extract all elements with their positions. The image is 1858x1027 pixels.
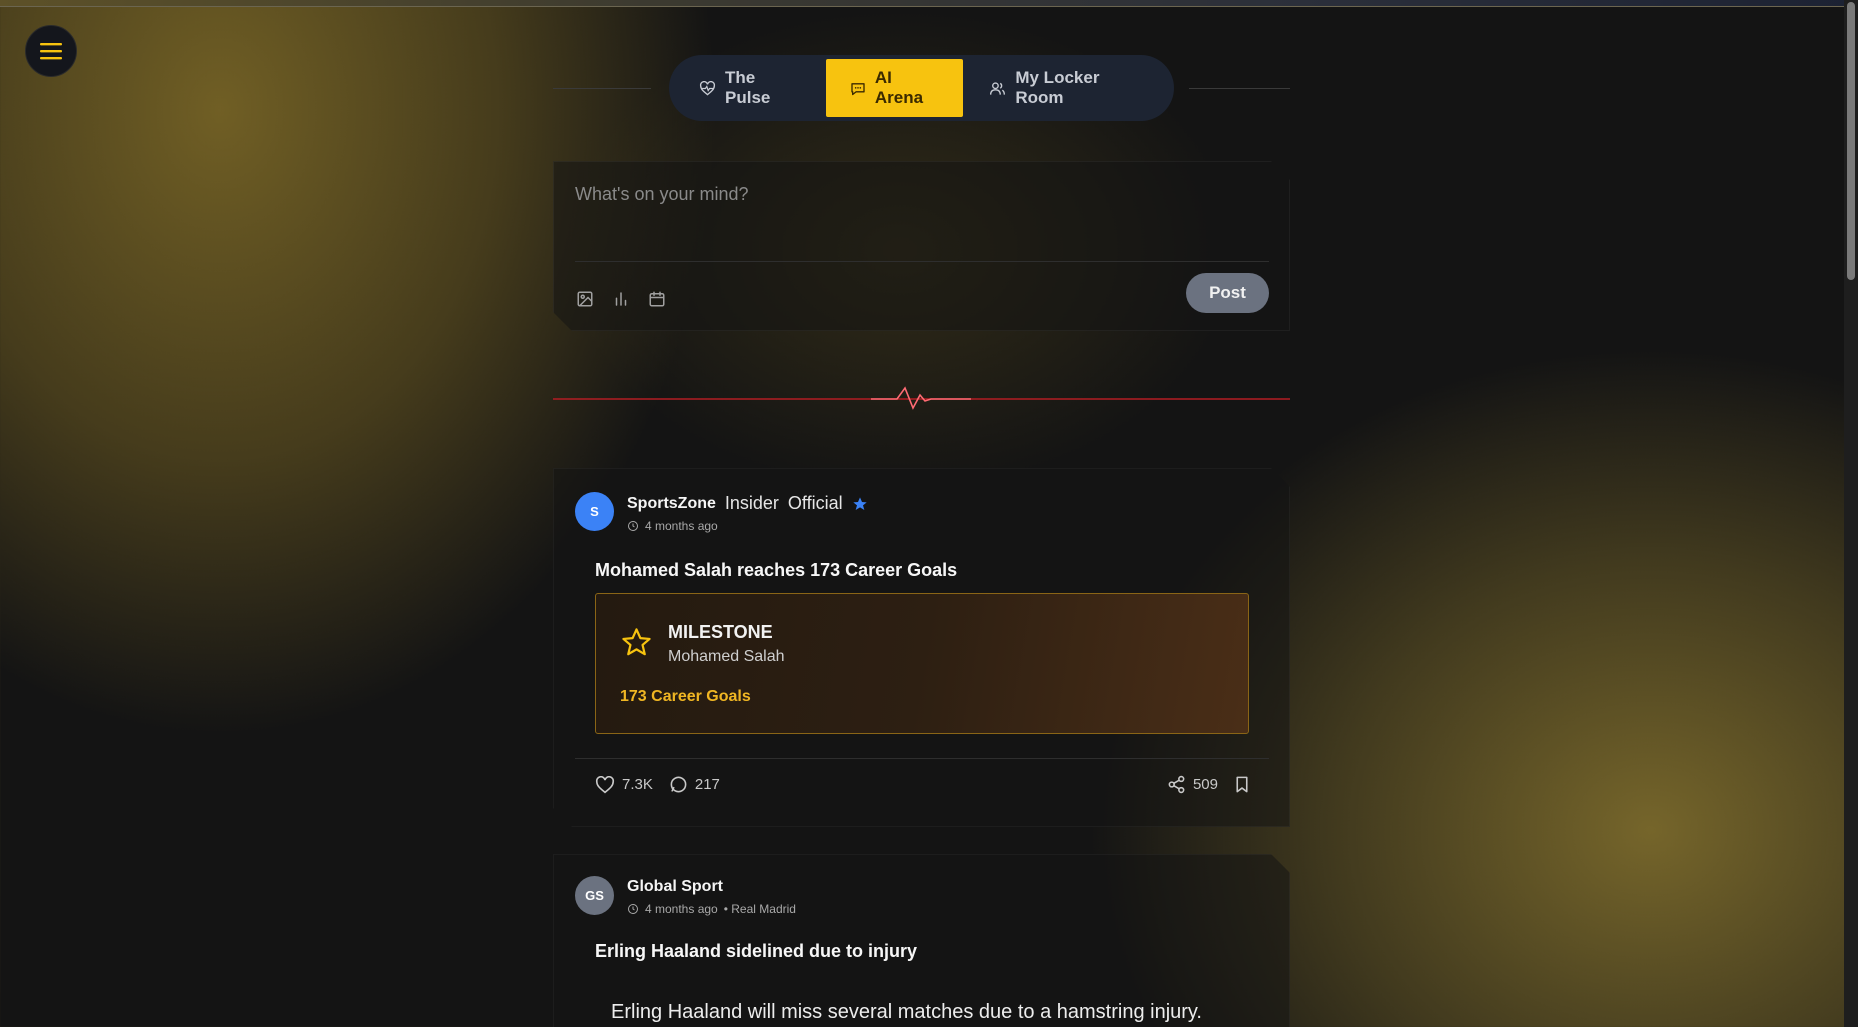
tab-label: The Pulse (725, 68, 771, 107)
post-card: GS Global Sport 4 months ago • Real Madr… (553, 854, 1290, 1027)
add-image-button[interactable] (575, 289, 595, 309)
author-name[interactable]: Global Sport (627, 878, 723, 896)
comment-icon (670, 776, 687, 793)
post-team[interactable]: • Real Madrid (724, 902, 796, 916)
milestone-label: MILESTONE (668, 622, 773, 642)
star-icon (622, 628, 651, 656)
share-button[interactable]: 509 (1167, 775, 1218, 794)
bookmark-icon (1236, 776, 1248, 793)
image-icon (577, 291, 593, 307)
menu-button[interactable] (25, 25, 77, 77)
like-button[interactable]: 7.3K (595, 775, 653, 794)
tab-the-pulse[interactable]: The Pulse (673, 59, 826, 117)
post-body: Erling Haaland will miss several matches… (611, 1001, 1202, 1023)
post-title: Erling Haaland sidelined due to injury (595, 941, 918, 961)
post-title: Mohamed Salah reaches 173 Career Goals (595, 560, 958, 580)
bar-chart-icon (615, 292, 627, 306)
pulse-divider (553, 386, 1290, 410)
bookmark-button[interactable] (1234, 775, 1250, 794)
post-author: SportsZone Insider Official (627, 493, 868, 514)
milestone-stat: 173 Career Goals (620, 688, 751, 705)
add-event-button[interactable] (647, 289, 667, 309)
tab-divider-right (1189, 88, 1290, 89)
card-divider (575, 758, 1269, 759)
post-actions-right: 509 (1167, 775, 1250, 794)
users-icon (990, 81, 1006, 95)
post-author: Global Sport (627, 878, 723, 896)
post-actions-left: 7.3K 217 (595, 775, 728, 794)
author-tag: Official (787, 493, 843, 513)
calendar-icon (649, 291, 665, 307)
chat-bubble-icon (851, 82, 865, 95)
tab-divider-left (553, 88, 651, 89)
comment-count: 217 (694, 776, 720, 793)
heart-icon (595, 775, 615, 793)
tab-ai-arena[interactable]: AI Arena (825, 59, 964, 117)
post-composer: Post (553, 161, 1290, 331)
tab-label: AI Arena (874, 68, 924, 107)
verified-star-icon (852, 496, 867, 510)
page-scrollbar[interactable] (1844, 0, 1858, 1027)
feed-column: The Pulse AI Arena My Locker Room What's… (553, 7, 1290, 1027)
composer-tools (575, 289, 667, 309)
add-poll-button[interactable] (611, 289, 631, 309)
post-meta: 4 months ago (627, 519, 718, 533)
hamburger-menu-icon (40, 43, 62, 60)
composer-divider (575, 261, 1269, 262)
tab-my-locker-room[interactable]: My Locker Room (963, 59, 1170, 117)
post-time: 4 months ago (645, 519, 718, 533)
avatar[interactable]: S (575, 492, 614, 531)
scrollbar-thumb[interactable] (1847, 2, 1855, 280)
share-count: 509 (1192, 776, 1218, 793)
clock-icon (628, 521, 638, 531)
tab-bar: The Pulse AI Arena My Locker Room (669, 55, 1174, 121)
browser-top-strip (0, 0, 1858, 7)
tab-navigation: The Pulse AI Arena My Locker Room (553, 7, 1290, 161)
milestone-card[interactable]: MILESTONE Mohamed Salah 173 Career Goals (595, 593, 1249, 734)
author-tag: Insider (724, 493, 779, 513)
like-count: 7.3K (622, 776, 653, 793)
composer-input[interactable] (575, 184, 1269, 244)
post-meta: 4 months ago • Real Madrid (627, 902, 796, 916)
post-time: 4 months ago (645, 902, 718, 916)
comment-button[interactable]: 217 (669, 775, 720, 794)
author-name[interactable]: SportsZone (627, 495, 716, 513)
tab-label: My Locker Room (1015, 68, 1100, 107)
avatar[interactable]: GS (575, 876, 614, 915)
post-button[interactable]: Post (1186, 273, 1269, 313)
clock-icon (628, 904, 638, 914)
heart-pulse-icon (699, 80, 716, 96)
post-card: S SportsZone Insider Official 4 months a… (553, 468, 1290, 827)
share-icon (1168, 775, 1185, 794)
milestone-player: Mohamed Salah (668, 648, 785, 665)
